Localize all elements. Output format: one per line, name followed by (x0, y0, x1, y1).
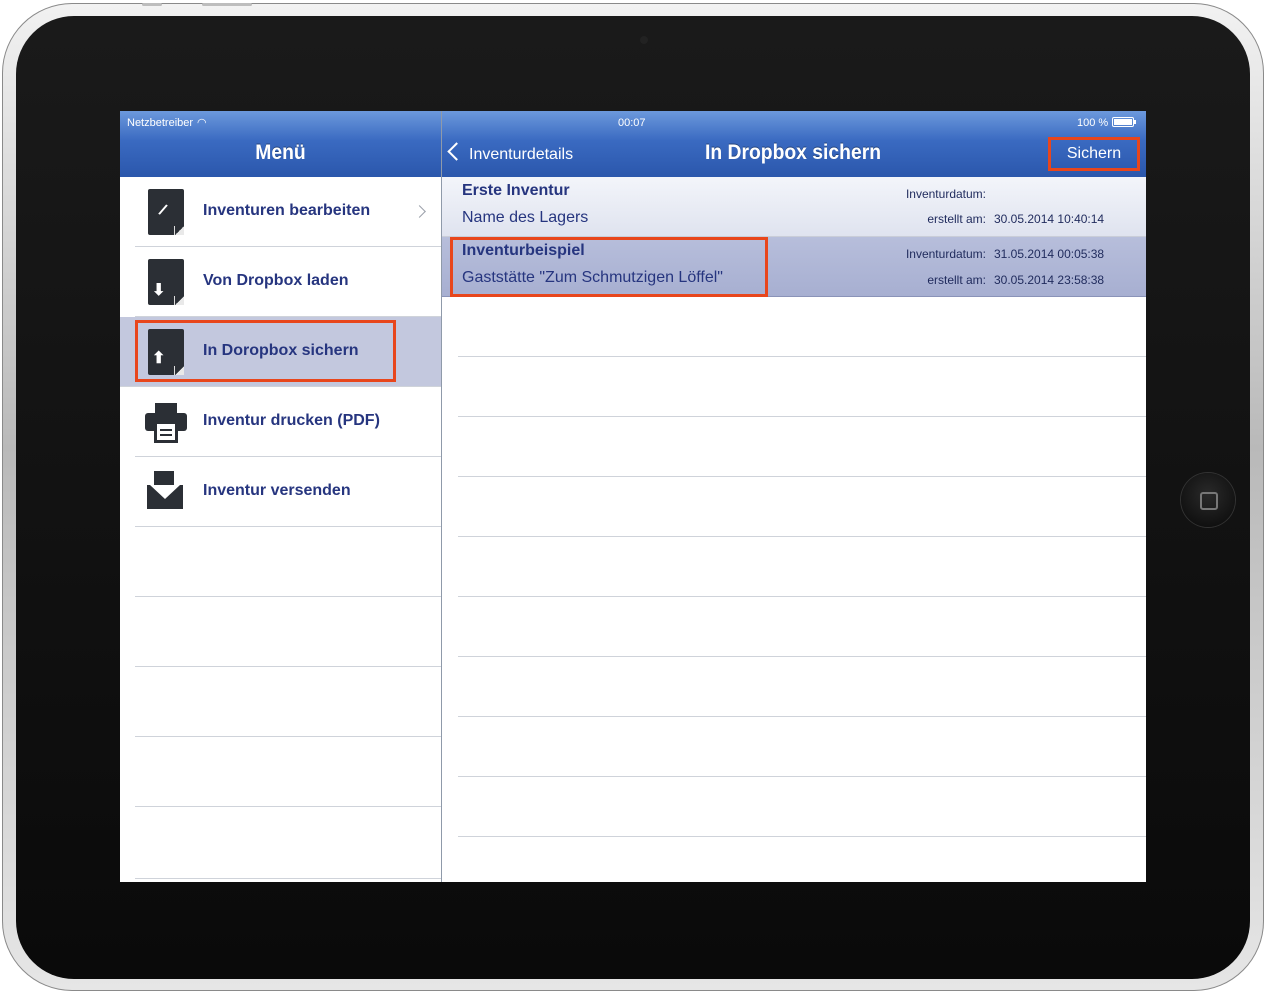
inventory-name: Erste Inventur (462, 182, 570, 199)
home-square-icon (1200, 492, 1218, 510)
screen: Netzbetreiber ◠ 00:07 100 % Menü Inventur… (120, 111, 1146, 882)
empty-row (135, 527, 441, 597)
inventory-created-value: 30.05.2014 10:40:14 (994, 212, 1105, 226)
carrier-label: Netzbetreiber (127, 117, 194, 129)
empty-row (135, 737, 441, 807)
chevron-left-icon (447, 142, 466, 161)
menu-item-label: Inventur drucken (PDF) (203, 412, 380, 429)
inventory-location: Name des Lagers (462, 209, 589, 226)
row-separator (458, 416, 1146, 417)
highlight-box (135, 320, 396, 382)
inventory-date-value: 31.05.2014 00:05:38 (994, 247, 1105, 261)
envelope-icon (147, 471, 183, 511)
back-button-label: Inventurdetails (469, 146, 574, 163)
row-separator (458, 836, 1146, 837)
sidebar-menu: / Inventuren bearbeiten ⬇ Von Dropbox la… (120, 177, 441, 882)
wifi-icon: ◠ (197, 117, 207, 129)
battery-icon (1112, 117, 1137, 128)
status-battery: 100 % (1077, 111, 1137, 133)
menu-item-label: Inventur versenden (203, 482, 351, 499)
status-time: 00:07 (618, 117, 646, 129)
inventory-date-label: Inventurdatum: (905, 187, 986, 201)
download-document-icon: ⬇ (148, 259, 184, 305)
printer-icon (145, 403, 187, 443)
inventory-list: Erste Inventur Name des Lagers Inventurd… (442, 177, 1146, 882)
menu-item-label: Inventuren bearbeiten (203, 202, 371, 219)
row-separator (458, 476, 1146, 477)
menu-item-send[interactable]: Inventur versenden (135, 457, 441, 527)
inventory-date-label: Inventurdatum: (905, 247, 986, 261)
home-button[interactable] (1181, 473, 1235, 527)
row-separator (458, 536, 1146, 537)
status-carrier: Netzbetreiber ◠ (127, 111, 207, 133)
menu-item-label: Von Dropbox laden (203, 272, 349, 289)
row-separator (458, 716, 1146, 717)
inventory-created-value: 30.05.2014 23:58:38 (994, 273, 1105, 287)
camera-icon (640, 36, 648, 44)
navigation-bar: Netzbetreiber ◠ 00:07 100 % Menü Inventur… (120, 111, 1146, 177)
menu-item-load-dropbox[interactable]: ⬇ Von Dropbox laden (135, 247, 441, 317)
inventory-created-label: erstellt am: (927, 212, 986, 226)
row-separator (458, 776, 1146, 777)
edit-document-icon: / (148, 189, 184, 235)
menu-title: Menü (255, 141, 306, 164)
empty-row (135, 667, 441, 737)
menu-item-edit-inventories[interactable]: / Inventuren bearbeiten (135, 177, 441, 247)
empty-row (135, 807, 441, 879)
inventory-created-label: erstellt am: (927, 273, 986, 287)
save-button[interactable]: Sichern (1048, 137, 1140, 171)
row-separator (458, 356, 1146, 357)
inventory-row-first[interactable]: Erste Inventur Name des Lagers Inventurd… (442, 177, 1146, 237)
chevron-right-icon (413, 205, 426, 218)
row-separator (458, 656, 1146, 657)
back-button[interactable]: Inventurdetails (447, 142, 574, 167)
device-button (142, 3, 162, 6)
empty-row (135, 597, 441, 667)
page-title: In Dropbox sichern (704, 141, 882, 164)
device-button (202, 3, 252, 6)
row-separator (458, 596, 1146, 597)
highlight-box (450, 237, 768, 297)
menu-item-print-pdf[interactable]: Inventur drucken (PDF) (135, 387, 441, 457)
battery-percent: 100 % (1077, 117, 1109, 129)
